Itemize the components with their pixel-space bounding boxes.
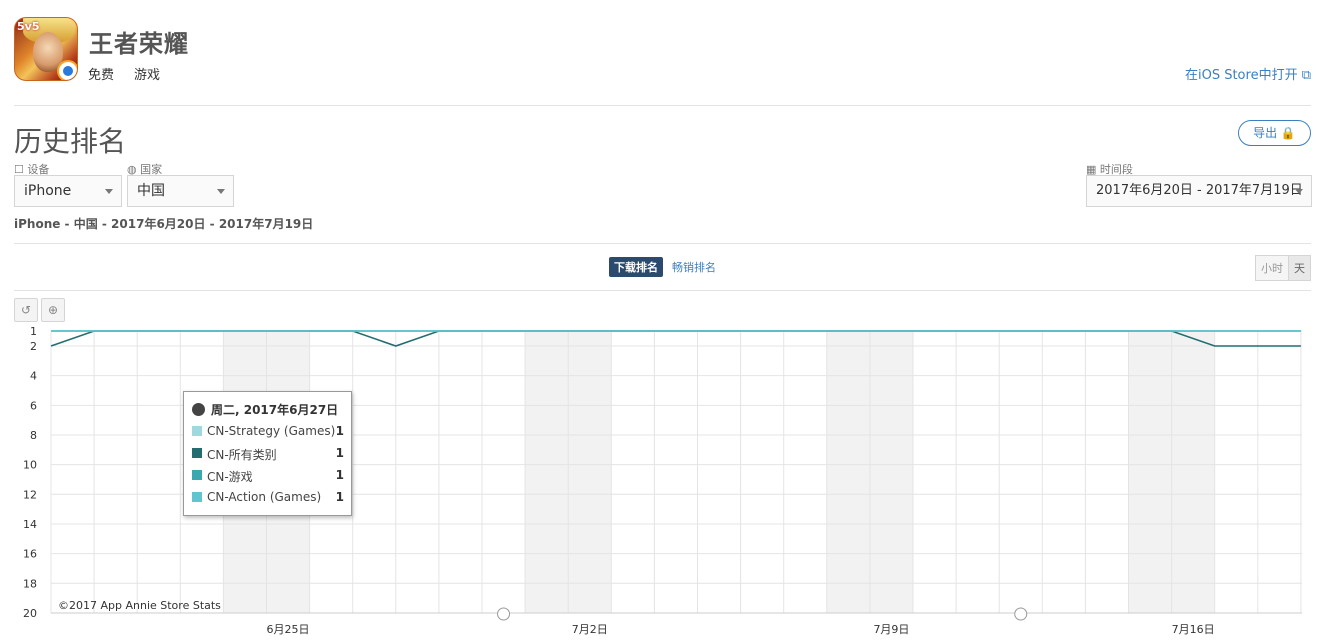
chevron-down-icon (217, 189, 225, 194)
legend-swatch (192, 448, 202, 458)
x-tick-label: 7月16日 (1172, 623, 1215, 636)
tab-grossing-rank[interactable]: 畅销排名 (667, 257, 721, 277)
x-tick-label: 7月9日 (873, 623, 909, 636)
event-marker-icon (497, 607, 511, 621)
reset-zoom-button[interactable]: ↺ (14, 298, 38, 322)
y-tick-label: 4 (30, 370, 37, 383)
tooltip-series-name: CN-Action (Games) (207, 490, 322, 504)
tooltip-series-value: 1 (335, 446, 344, 460)
legend-swatch (192, 492, 202, 502)
y-tick-label: 20 (23, 607, 37, 620)
app-price: 免费 (88, 68, 115, 83)
rank-type-tabs: 下载排名 畅销排名 (609, 257, 721, 277)
tooltip-row: CN-所有类别 1 (192, 446, 344, 462)
period-select-value: 2017年6月20日 - 2017年7月19日 (1096, 183, 1303, 198)
granularity-hour-button[interactable]: 小时 (1256, 256, 1288, 280)
weekend-band (525, 331, 569, 613)
tooltip-row: CN-游戏 1 (192, 468, 344, 484)
divider (14, 105, 1311, 106)
open-in-ios-store-link[interactable]: 在iOS Store中打开 ⧉ (1185, 64, 1311, 83)
y-tick-label: 18 (23, 577, 37, 590)
zoom-icon: ⊕ (47, 303, 59, 317)
y-tick-label: 6 (30, 399, 37, 412)
weekend-band (1128, 331, 1172, 613)
divider (14, 243, 1311, 244)
app-genre[interactable]: 游戏 (134, 64, 160, 83)
tooltip-row: CN-Strategy (Games) 1 (192, 424, 344, 440)
y-tick-label: 2 (30, 340, 37, 353)
granularity-toggle: 小时 天 (1255, 255, 1311, 281)
chevron-down-icon (1295, 189, 1303, 194)
app-title: 王者荣耀 (89, 30, 189, 58)
event-marker-icon (1014, 607, 1028, 621)
period-select[interactable]: 2017年6月20日 - 2017年7月19日 (1086, 175, 1312, 207)
y-tick-label: 16 (23, 548, 37, 561)
chart-copyright: ©2017 App Annie Store Stats (58, 599, 221, 612)
page-title: 历史排名 (14, 125, 127, 158)
tooltip-date: 周二, 2017年6月27日 (211, 403, 339, 417)
legend-swatch (192, 426, 202, 436)
device-select-value: iPhone (24, 183, 72, 199)
app-icon: 5v5 (14, 17, 78, 81)
legend-swatch (192, 470, 202, 480)
y-tick-label: 1 (30, 325, 37, 338)
zoom-button[interactable]: ⊕ (41, 298, 65, 322)
weekend-band (869, 331, 913, 613)
filter-summary: iPhone - 中国 - 2017年6月20日 - 2017年7月19日 (14, 217, 314, 231)
reset-icon: ↺ (20, 303, 32, 317)
country-select[interactable]: 中国 (127, 175, 234, 207)
y-tick-label: 10 (23, 459, 37, 472)
y-tick-label: 14 (23, 518, 37, 531)
weekend-band (568, 331, 612, 613)
x-tick-label: 6月25日 (267, 623, 310, 636)
tooltip-series-name: CN-所有类别 (207, 448, 277, 462)
tooltip-series-name: CN-Strategy (Games) (207, 424, 336, 438)
tooltip-header: 周二, 2017年6月27日 (192, 401, 338, 418)
x-tick-label: 7月2日 (572, 623, 608, 636)
tab-download-rank[interactable]: 下载排名 (609, 257, 663, 277)
tooltip-series-name: CN-游戏 (207, 470, 253, 484)
tooltip-series-value: 1 (335, 490, 344, 504)
granularity-day-button[interactable]: 天 (1288, 256, 1310, 280)
y-tick-label: 8 (30, 429, 37, 442)
weekend-band (1171, 331, 1215, 613)
country-select-value: 中国 (137, 183, 165, 199)
y-tick-label: 12 (23, 488, 37, 501)
weekend-band (826, 331, 870, 613)
divider (14, 290, 1311, 291)
device-select[interactable]: iPhone (14, 175, 122, 207)
tooltip-row: CN-Action (Games) 1 (192, 490, 344, 506)
tencent-badge-icon (57, 60, 77, 80)
tooltip-series-value: 1 (335, 424, 344, 438)
export-button[interactable]: 导出 🔒 (1238, 120, 1311, 146)
chart-tooltip: 周二, 2017年6月27日 CN-Strategy (Games) 1 CN-… (183, 391, 352, 516)
chevron-down-icon (105, 189, 113, 194)
tooltip-series-value: 1 (335, 468, 344, 482)
globe-icon (192, 403, 205, 416)
